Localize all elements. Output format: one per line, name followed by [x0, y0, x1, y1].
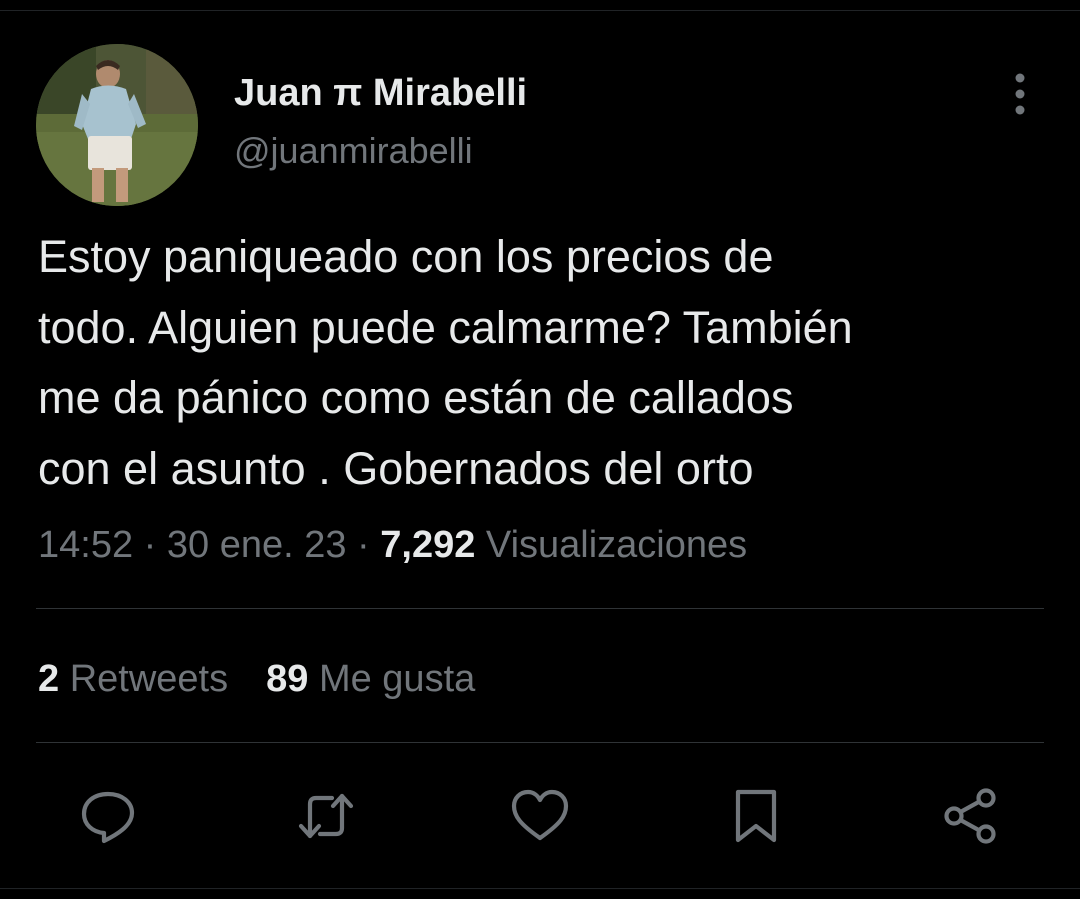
reply-button[interactable] — [78, 786, 138, 846]
bookmark-button[interactable] — [726, 786, 786, 846]
views-count: 7,292 — [380, 524, 476, 566]
tweet-text-line: Estoy paniqueado con los precios de — [38, 231, 774, 282]
likes-count: 89 — [266, 658, 309, 700]
engagement-stats: 2 Retweets 89 Me gusta — [38, 658, 475, 701]
meta-separator: · — [357, 524, 370, 566]
meta-separator: · — [143, 524, 157, 566]
retweets-count: 2 — [38, 658, 60, 700]
more-vertical-icon — [1015, 73, 1025, 115]
share-icon — [944, 788, 996, 844]
retweet-icon — [298, 793, 354, 839]
top-divider — [0, 10, 1080, 11]
like-button[interactable] — [510, 786, 570, 846]
bookmark-icon — [735, 789, 777, 843]
tweet-text: Estoy paniqueado con los precios de todo… — [38, 222, 1058, 504]
tweet-text-line: todo. Alguien puede calmarme? También — [38, 301, 853, 353]
tweet-date[interactable]: 30 ene. 23 — [167, 524, 347, 566]
retweets-label: Retweets — [69, 658, 229, 700]
likes-stat[interactable]: 89 Me gusta — [266, 658, 475, 700]
tweet-time[interactable]: 14:52 — [38, 524, 133, 566]
tweet-text-line: me da pánico como están de callados — [38, 372, 794, 423]
reply-icon — [81, 791, 135, 844]
more-options-button[interactable] — [1002, 70, 1038, 118]
avatar-photo — [36, 44, 198, 206]
likes-label: Me gusta — [318, 658, 476, 700]
author-handle[interactable]: @juanmirabelli — [234, 130, 473, 172]
divider — [36, 742, 1044, 743]
author-display-name[interactable]: Juan π Mirabelli — [234, 72, 527, 115]
retweet-button[interactable] — [296, 786, 356, 846]
heart-icon — [511, 789, 569, 841]
avatar[interactable] — [36, 44, 198, 206]
tweet-text-line: con el asunto . Gobernados del orto — [38, 442, 754, 494]
tweet-meta: 14:52 · 30 ene. 23 · 7,292 Visualizacion… — [38, 524, 747, 567]
bottom-divider — [0, 888, 1080, 889]
retweets-stat[interactable]: 2 Retweets — [38, 658, 228, 700]
divider — [36, 608, 1044, 609]
share-button[interactable] — [940, 786, 1000, 846]
views-label: Visualizaciones — [485, 524, 748, 566]
